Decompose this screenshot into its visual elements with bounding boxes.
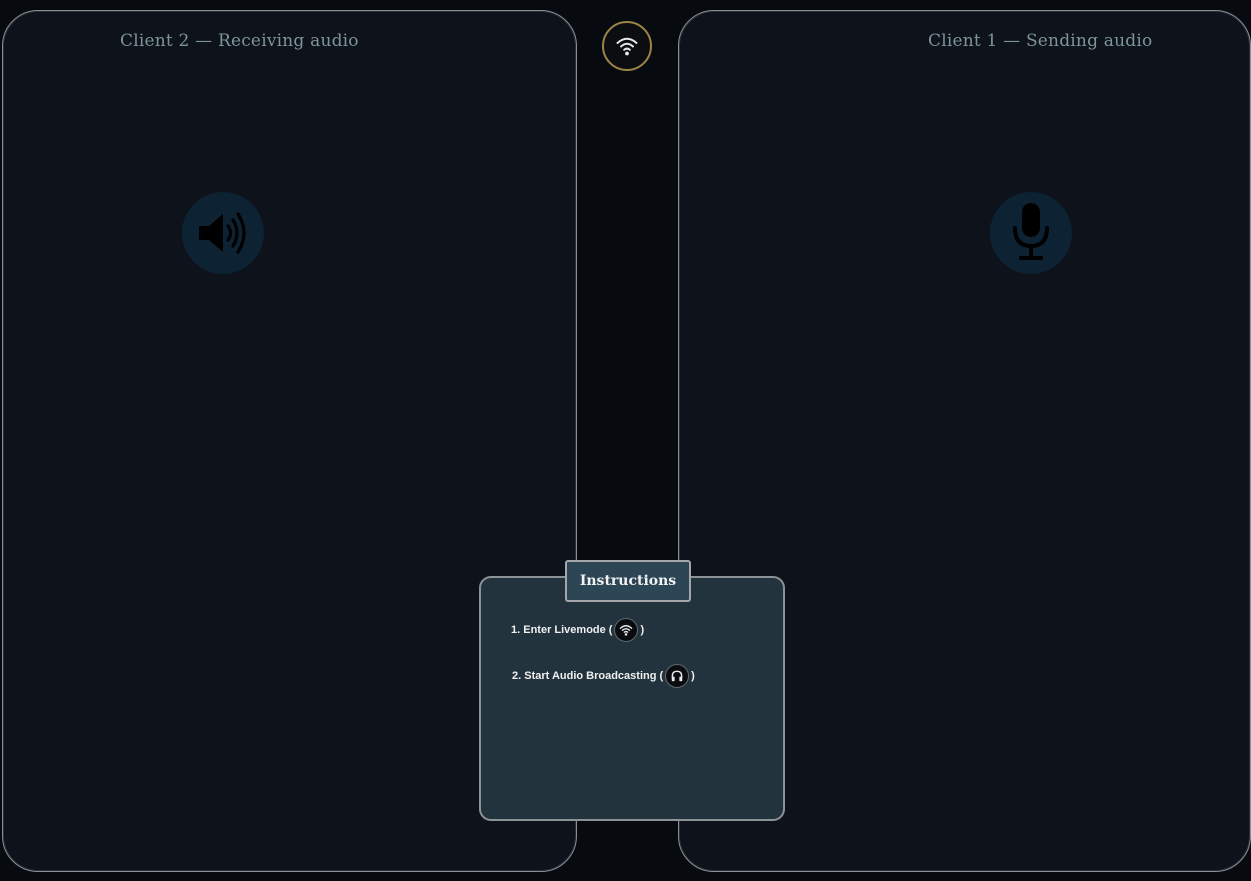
wifi-icon [616,37,638,56]
microphone-icon [990,192,1072,274]
step-1-text: 1. Enter Livemode ( [511,624,613,636]
app-stage: Client 2 — Receiving audio Client 1 — Se… [0,0,1251,881]
step-1-close: ) [640,624,645,636]
instruction-step-2: 2. Start Audio Broadcasting ( ) [512,664,695,688]
instruction-step-1: 1. Enter Livemode ( ) [511,618,644,642]
speaker-icon [182,192,264,274]
microphone-icon-graphic [1013,203,1049,260]
sender-panel-title: Client 1 — Sending audio [928,31,1153,51]
headphones-icon [665,664,690,688]
speaker-icon-graphic [199,212,246,254]
receiver-panel-title: Client 2 — Receiving audio [120,31,359,51]
livemode-button[interactable] [602,21,652,71]
step-2-close: ) [691,670,695,682]
instructions-panel: 1. Enter Livemode ( ) 2. Start Audio Bro… [479,576,785,821]
instructions-tab[interactable]: Instructions [565,560,691,602]
step-2-text: 2. Start Audio Broadcasting ( [512,670,664,682]
wifi-icon [614,618,639,642]
